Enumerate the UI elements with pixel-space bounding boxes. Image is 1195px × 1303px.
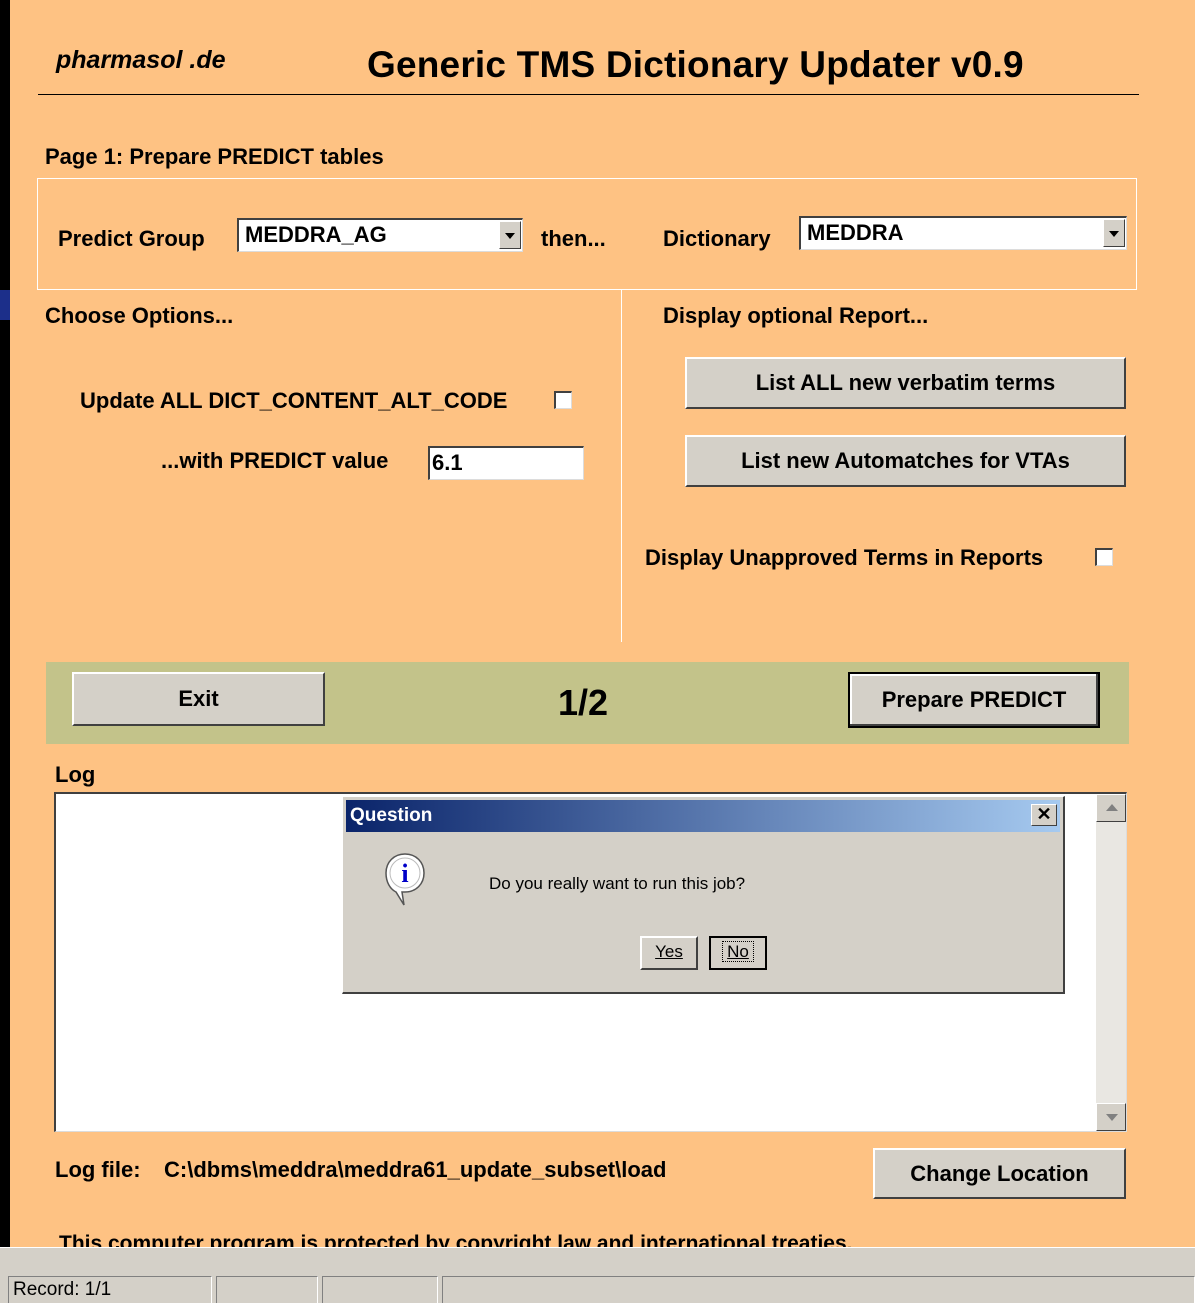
- update-alt-code-checkbox[interactable]: [554, 391, 572, 409]
- scroll-down-icon[interactable]: [1096, 1103, 1126, 1131]
- dictionary-label: Dictionary: [663, 226, 771, 251]
- change-location-button[interactable]: Change Location: [873, 1148, 1126, 1199]
- log-file-path: C:\dbms\meddra\meddra61_update_subset\lo…: [164, 1157, 667, 1182]
- yes-button[interactable]: Yes: [640, 936, 698, 970]
- window-edge: [0, 290, 10, 320]
- section-divider: [621, 290, 622, 642]
- log-scrollbar[interactable]: [1096, 794, 1126, 1131]
- dictionary-value: MEDDRA: [807, 220, 904, 245]
- scroll-up-icon[interactable]: [1096, 794, 1126, 822]
- yes-label: Yes: [655, 942, 683, 961]
- predict-value-label: ...with PREDICT value: [161, 448, 389, 473]
- log-file-label: Log file:: [55, 1157, 141, 1182]
- log-label: Log: [55, 762, 96, 787]
- status-bar: Record: 1/1: [0, 1247, 1195, 1303]
- brand-logo: pharmasol .de: [56, 46, 226, 74]
- info-icon: i: [383, 851, 427, 914]
- predict-group-select[interactable]: MEDDRA_AG: [237, 218, 523, 252]
- dialog-title: Question: [350, 805, 433, 826]
- copyright-notice: This computer program is protected by co…: [59, 1232, 853, 1247]
- exit-button[interactable]: Exit: [72, 672, 325, 726]
- status-cell: [322, 1276, 438, 1303]
- list-automatches-button[interactable]: List new Automatches for VTAs: [685, 435, 1126, 487]
- predict-group-label: Predict Group: [58, 226, 205, 251]
- page-heading: Page 1: Prepare PREDICT tables: [45, 144, 384, 169]
- update-alt-code-label: Update ALL DICT_CONTENT_ALT_CODE: [80, 388, 508, 413]
- app-title: Generic TMS Dictionary Updater v0.9: [367, 44, 1024, 85]
- unapproved-label: Display Unapproved Terms in Reports: [645, 545, 1044, 570]
- form-panel: pharmasol .de Generic TMS Dictionary Upd…: [10, 0, 1195, 1247]
- prepare-predict-button[interactable]: Prepare PREDICT: [848, 672, 1100, 728]
- status-cell: [442, 1276, 1195, 1303]
- dictionary-select[interactable]: MEDDRA: [799, 216, 1127, 250]
- status-cell: [216, 1276, 318, 1303]
- predict-value-input[interactable]: 6.1: [428, 446, 584, 480]
- then-label: then...: [541, 226, 606, 251]
- navigation-bar: Exit 1/2 Prepare PREDICT: [46, 662, 1129, 744]
- reports-heading: Display optional Report...: [663, 303, 929, 328]
- record-indicator: Record: 1/1: [8, 1276, 212, 1303]
- question-dialog: Question ✕ i Do you really want to run t…: [342, 796, 1065, 994]
- chevron-down-icon[interactable]: [1103, 219, 1125, 247]
- dialog-title-bar: Question: [346, 800, 1060, 832]
- predict-group-value: MEDDRA_AG: [245, 222, 387, 247]
- header-divider: [38, 94, 1139, 95]
- svg-text:i: i: [401, 859, 408, 888]
- dialog-message: Do you really want to run this job?: [489, 874, 746, 893]
- list-verbatim-button[interactable]: List ALL new verbatim terms: [685, 357, 1126, 409]
- page-indicator: 1/2: [558, 682, 609, 723]
- options-heading: Choose Options...: [45, 303, 234, 328]
- close-icon[interactable]: ✕: [1031, 804, 1057, 826]
- no-button[interactable]: No: [709, 936, 767, 970]
- no-label: No: [722, 941, 754, 962]
- unapproved-checkbox[interactable]: [1095, 548, 1113, 566]
- chevron-down-icon[interactable]: [499, 221, 521, 249]
